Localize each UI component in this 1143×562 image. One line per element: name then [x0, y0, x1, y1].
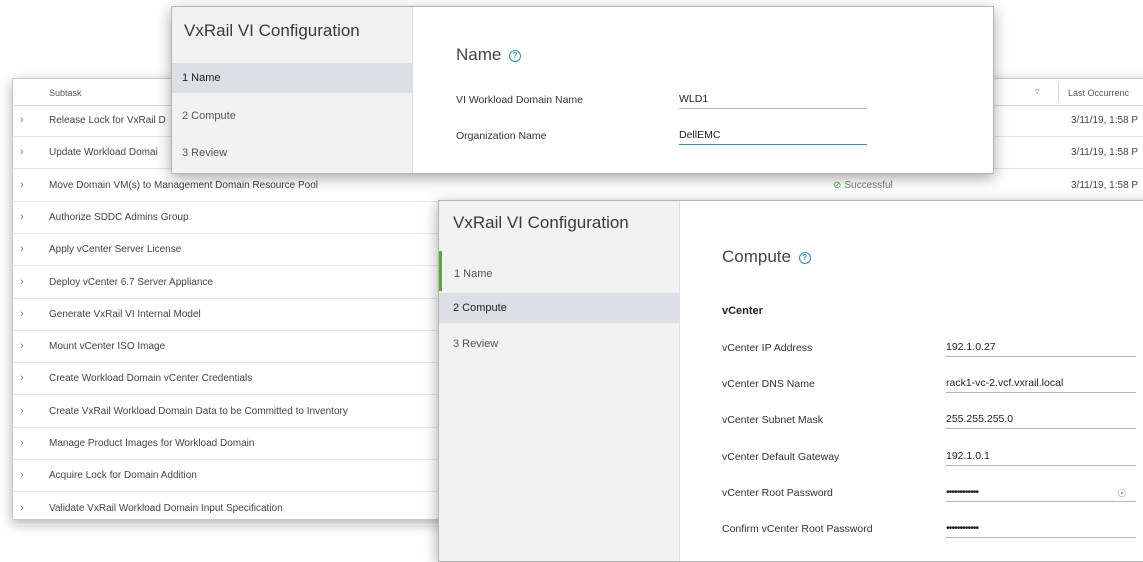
chevron-right-icon[interactable]: ›	[20, 243, 24, 255]
chevron-right-icon[interactable]: ›	[20, 114, 24, 126]
compute-dialog: VxRail VI Configuration 1 Name 2 Compute…	[438, 200, 1143, 562]
vcenter-subnet-label: vCenter Subnet Mask	[722, 414, 823, 426]
confirm-root-password-input[interactable]	[946, 522, 1136, 538]
subtask-label: Release Lock for VxRail D	[49, 115, 166, 126]
subtask-label: Acquire Lock for Domain Addition	[49, 470, 197, 482]
subtask-label: Apply vCenter Server License	[49, 244, 182, 256]
subtask-label: Manage Product Images for Workload Domai…	[49, 438, 255, 449]
subtask-label: Mount vCenter ISO Image	[49, 341, 166, 353]
step-compute[interactable]: 2 Compute	[172, 103, 412, 133]
status-text: Successful	[844, 179, 893, 191]
vcenter-ip-label: vCenter IP Address	[722, 342, 813, 354]
chevron-right-icon[interactable]: ›	[20, 405, 24, 417]
vcenter-root-password-label: vCenter Root Password	[722, 487, 833, 499]
subtask-label: Create Workload Domain vCenter Credentia…	[49, 373, 253, 385]
step-name[interactable]: 1 Name	[172, 63, 412, 93]
subtask-label: Validate VxRail Workload Domain Input Sp…	[49, 502, 283, 514]
last-occurrence: 3/11/19, 1:58 P	[1071, 179, 1139, 191]
chevron-right-icon[interactable]: ›	[20, 308, 24, 320]
chevron-right-icon[interactable]: ›	[20, 179, 24, 191]
vcenter-gateway-input[interactable]	[946, 450, 1136, 466]
wizard-sidebar: VxRail VI Configuration 1 Name 2 Compute…	[172, 7, 413, 173]
confirm-root-password-label: Confirm vCenter Root Password	[722, 523, 873, 535]
chevron-right-icon[interactable]: ›	[20, 340, 24, 352]
subtask-label: Generate VxRail VI Internal Model	[49, 308, 201, 320]
organization-name-input[interactable]	[679, 129, 867, 145]
step-compute[interactable]: 2 Compute	[439, 293, 679, 323]
subtask-label: Authorize SDDC Admins Group	[49, 211, 189, 223]
chevron-right-icon[interactable]: ›	[20, 372, 24, 384]
vcenter-section-heading: vCenter	[722, 305, 763, 317]
column-header-last-occurrence[interactable]: Last Occurrenc	[1068, 88, 1129, 98]
chevron-right-icon[interactable]: ›	[20, 502, 24, 514]
step-name[interactable]: 1 Name	[439, 251, 679, 291]
last-occurrence: 3/11/19, 1:58 P	[1071, 147, 1139, 159]
vcenter-dns-label: vCenter DNS Name	[722, 378, 815, 390]
chevron-right-icon[interactable]: ›	[20, 276, 24, 288]
check-circle-icon: ⊘	[833, 179, 842, 191]
vcenter-ip-input[interactable]	[946, 341, 1136, 357]
workload-domain-name-input[interactable]	[679, 93, 867, 109]
page-title: Name ?	[456, 45, 522, 65]
wizard-sidebar: VxRail VI Configuration 1 Name 2 Compute…	[439, 201, 680, 561]
wizard-title: VxRail VI Configuration	[453, 213, 629, 232]
subtask-label: Move Domain VM(s) to Management Domain R…	[49, 179, 318, 191]
vcenter-subnet-input[interactable]	[946, 413, 1136, 429]
page-title: Compute ?	[722, 247, 811, 267]
chevron-right-icon[interactable]: ›	[20, 146, 24, 158]
workload-domain-name-label: VI Workload Domain Name	[456, 94, 584, 106]
chevron-right-icon[interactable]: ›	[20, 437, 24, 449]
vcenter-dns-input[interactable]	[946, 377, 1136, 393]
subtask-label: Deploy vCenter 6.7 Server Appliance	[49, 276, 213, 288]
status-badge: ⊘ Successful	[833, 180, 893, 191]
vcenter-root-password-input[interactable]	[946, 486, 1136, 502]
last-occurrence: 3/11/19, 1:58 P	[1071, 115, 1139, 126]
subtask-label: Create VxRail Workload Domain Data to be…	[49, 405, 348, 417]
name-dialog: VxRail VI Configuration 1 Name 2 Compute…	[171, 6, 994, 174]
organization-name-label: Organization Name	[456, 130, 547, 142]
filter-icon[interactable]: ▿	[1035, 86, 1040, 97]
vcenter-gateway-label: vCenter Default Gateway	[722, 451, 840, 463]
chevron-right-icon[interactable]: ›	[20, 469, 24, 481]
column-divider	[1058, 83, 1059, 101]
help-icon[interactable]: ?	[509, 49, 522, 62]
eye-icon[interactable]: ☉	[1117, 487, 1127, 500]
chevron-right-icon[interactable]: ›	[20, 211, 24, 223]
help-icon[interactable]: ?	[798, 251, 811, 264]
subtask-label: Update Workload Domai	[49, 147, 158, 159]
table-row[interactable]: › Move Domain VM(s) to Management Domain …	[13, 170, 1143, 202]
column-header-subtask[interactable]: Subtask	[49, 88, 82, 98]
step-review[interactable]: 3 Review	[439, 333, 679, 363]
step-review[interactable]: 3 Review	[172, 139, 412, 169]
wizard-title: VxRail VI Configuration	[184, 21, 360, 40]
